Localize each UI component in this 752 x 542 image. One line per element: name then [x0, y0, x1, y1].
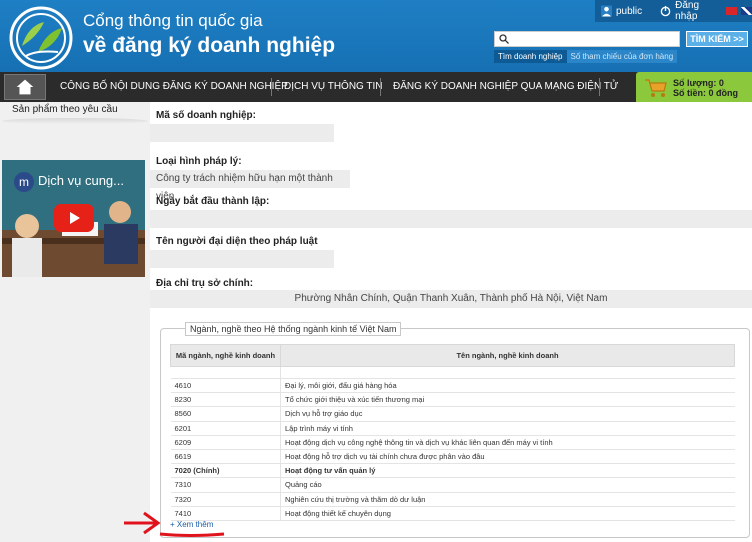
industry-code-cell: 8230	[170, 392, 281, 408]
video-thumbnail[interactable]: m Dịch vụ cung...	[2, 160, 145, 277]
industry-name-cell: Quảng cáo	[280, 477, 735, 493]
sidebar-item-custom-products[interactable]: Sản phẩm theo yêu cầu	[12, 104, 118, 115]
table-row: 7020 (Chính) Hoạt động tư vấn quản lý	[170, 463, 735, 479]
company-detail-panel: Mã số doanh nghiệp: Loại hình pháp lý: C…	[150, 102, 752, 542]
play-icon[interactable]	[54, 204, 94, 232]
site-header: Cổng thông tin quốc gia về đăng ký doanh…	[0, 0, 752, 72]
cart-summary: Số lượng: 0 Số tiền: 0 đồng	[673, 78, 738, 98]
industry-name-cell: Nghiên cứu thị trường và thăm dò dư luận	[280, 492, 735, 507]
search-icon	[499, 34, 509, 44]
industry-name-cell: Hoạt động thiết kế chuyên dụng	[280, 506, 735, 521]
industry-name-cell: Đại lý, môi giới, đấu giá hàng hóa	[280, 378, 735, 394]
home-icon	[16, 79, 34, 95]
top-bar: public Đăng nhập	[595, 0, 752, 22]
nav-divider	[271, 78, 272, 96]
page: Cổng thông tin quốc gia về đăng ký doanh…	[0, 0, 752, 542]
address-label: Địa chỉ trụ sở chính:	[156, 278, 254, 289]
video-title: Dịch vụ cung...	[38, 173, 124, 188]
cart-quantity: Số lượng: 0	[673, 78, 724, 88]
nav-item-online-registration[interactable]: ĐĂNG KÝ DOANH NGHIỆP QUA MẠNG ĐIỆN TỬ	[393, 72, 618, 102]
representative-label: Tên người đại diện theo pháp luật	[156, 236, 318, 247]
industry-code-cell: 6209	[170, 435, 281, 450]
site-title-line1: Cổng thông tin quốc gia	[83, 11, 263, 30]
search-row: TÌM KIẾM >>	[494, 31, 748, 47]
uk-flag-icon[interactable]	[741, 7, 752, 15]
industry-name-cell: Dịch vụ hỗ trợ giáo dục	[280, 406, 735, 422]
industry-code-cell: 6619	[170, 449, 281, 465]
table-row: 6209 Hoạt động dịch vụ công nghệ thông ti…	[170, 435, 735, 450]
industry-name-cell: Tổ chức giới thiệu và xúc tiến thương mạ…	[280, 392, 735, 408]
table-row: 8230 Tổ chức giới thiệu và xúc tiến thươn…	[170, 392, 735, 408]
table-row: 7410 Hoạt động thiết kế chuyên dụng	[170, 506, 735, 521]
search-tabs: Tìm doanh nghiệp Số tham chiếu của đơn h…	[494, 50, 678, 63]
start-date-label: Ngày bắt đầu thành lập:	[156, 196, 270, 207]
column-header-code: Mã ngành, nghề kinh doanh	[170, 344, 281, 367]
table-row: 6619 Hoạt động hỗ trợ dịch vụ tài chính c…	[170, 449, 735, 465]
nav-item-info-services[interactable]: DỊCH VỤ THÔNG TIN	[284, 72, 383, 102]
login-link[interactable]: Đăng nhập	[675, 0, 720, 22]
table-row: 8560 Dịch vụ hỗ trợ giáo dục	[170, 406, 735, 422]
table-row: 6201 Lập trình máy vi tính	[170, 421, 735, 436]
industries-legend: Ngành, nghề theo Hệ thống ngành kinh tế …	[185, 322, 402, 336]
legal-type-value: Công ty trách nhiệm hữu hạn một thành vi…	[150, 170, 350, 202]
table-row: 7310 Quảng cáo	[170, 477, 735, 493]
tab-order-reference[interactable]: Số tham chiếu của đơn hàng	[566, 50, 678, 63]
nav-item-publish[interactable]: CÔNG BỐ NỘI DUNG ĐĂNG KÝ DOANH NGHIỆP	[60, 72, 288, 102]
industry-code-cell: 7320	[170, 492, 281, 507]
cart-amount: Số tiền: 0 đồng	[673, 88, 738, 98]
user-name[interactable]: public	[616, 6, 642, 17]
cart-icon	[645, 79, 667, 97]
industry-code-cell: 7310	[170, 477, 281, 493]
start-date-value	[150, 210, 752, 228]
table-header-row: Mã ngành, nghề kinh doanh Tên ngành, ngh…	[170, 344, 735, 367]
red-arrow-annotation	[124, 511, 225, 537]
legal-type-label: Loại hình pháp lý:	[156, 156, 242, 167]
logo-icon	[9, 6, 73, 70]
nav-divider	[599, 78, 600, 96]
site-title: Cổng thông tin quốc gia về đăng ký doanh…	[83, 10, 335, 60]
table-spacer-row	[170, 366, 735, 379]
industry-name-cell: Hoạt động hỗ trợ dịch vụ tài chính chưa …	[280, 449, 735, 465]
representative-value	[150, 250, 334, 268]
user-icon	[601, 5, 612, 17]
site-title-line2: về đăng ký doanh nghiệp	[83, 34, 336, 57]
vietnam-flag-icon[interactable]	[726, 7, 737, 15]
column-header-name: Tên ngành, nghề kinh doanh	[280, 344, 735, 367]
svg-text:m: m	[19, 175, 29, 189]
address-value: Phường Nhân Chính, Quận Thanh Xuân, Thàn…	[150, 290, 752, 308]
industries-table: Mã ngành, nghề kinh doanh Tên ngành, ngh…	[170, 344, 735, 521]
industry-code-cell: 8560	[170, 406, 281, 422]
home-button[interactable]	[4, 74, 46, 100]
tax-code-value	[150, 124, 334, 142]
table-row: 7320 Nghiên cứu thị trường và thăm dò dư …	[170, 492, 735, 507]
power-icon	[660, 5, 671, 17]
search-button[interactable]: TÌM KIẾM >>	[686, 31, 748, 47]
sidebar-divider	[2, 118, 148, 124]
shopping-cart[interactable]: Số lượng: 0 Số tiền: 0 đồng	[636, 72, 752, 104]
nav-divider	[380, 78, 381, 96]
channel-logo-icon: m	[14, 172, 34, 192]
industry-name-cell: Hoạt động tư vấn quản lý	[280, 463, 735, 479]
industry-code-cell: 7020 (Chính)	[170, 463, 281, 479]
industry-name-cell: Lập trình máy vi tính	[280, 421, 735, 436]
tax-code-label: Mã số doanh nghiệp:	[156, 110, 256, 121]
tab-find-company[interactable]: Tìm doanh nghiệp	[494, 50, 567, 63]
industry-code-cell: 6201	[170, 421, 281, 436]
industry-name-cell: Hoạt động dịch vụ công nghệ thông tin và…	[280, 435, 735, 450]
industry-code-cell: 4610	[170, 378, 281, 394]
table-row: 4610 Đại lý, môi giới, đấu giá hàng hóa	[170, 378, 735, 394]
search-input[interactable]	[494, 31, 680, 47]
